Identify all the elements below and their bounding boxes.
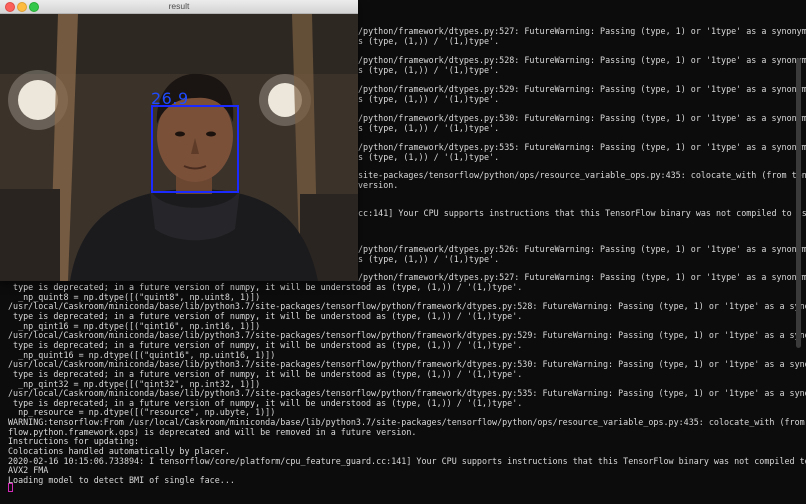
face-detection-box — [151, 105, 239, 193]
terminal-line: s (type, (1,)) / '(1,)type'. — [358, 152, 500, 162]
terminal-line: s (type, (1,)) / '(1,)type'. — [358, 65, 500, 75]
terminal-line: Loading model to detect BMI of single fa… — [8, 475, 235, 485]
terminal-line: s (type, (1,)) / '(1,)type'. — [358, 94, 500, 104]
window-title: result — [168, 1, 190, 11]
camera-feed: 26.9 — [0, 14, 358, 281]
terminal-cursor — [8, 483, 13, 492]
close-icon[interactable] — [5, 2, 15, 12]
terminal-line: type is deprecated; in a future version … — [8, 368, 523, 379]
terminal-line: s (type, (1,)) / '(1,)type'. — [358, 254, 500, 264]
terminal-line: version. — [358, 180, 399, 190]
terminal-scrollbar[interactable] — [796, 58, 801, 348]
terminal-line: site-packages/tensorflow/python/ops/reso… — [358, 170, 806, 180]
terminal-line: 2020-02-16 10:15:06.733894: I tensorflow… — [8, 455, 806, 466]
terminal-line: s (type, (1,)) / '(1,)type'. — [358, 123, 500, 133]
minimize-icon[interactable] — [17, 2, 27, 12]
maximize-icon[interactable] — [29, 2, 39, 12]
result-window[interactable]: result 26.9 — [0, 0, 358, 281]
window-titlebar[interactable]: result — [0, 0, 358, 14]
bmi-prediction-label: 26.9 — [151, 89, 189, 108]
terminal-line: cc:141] Your CPU supports instructions t… — [358, 208, 806, 218]
terminal-line: s (type, (1,)) / '(1,)type'. — [358, 36, 500, 46]
